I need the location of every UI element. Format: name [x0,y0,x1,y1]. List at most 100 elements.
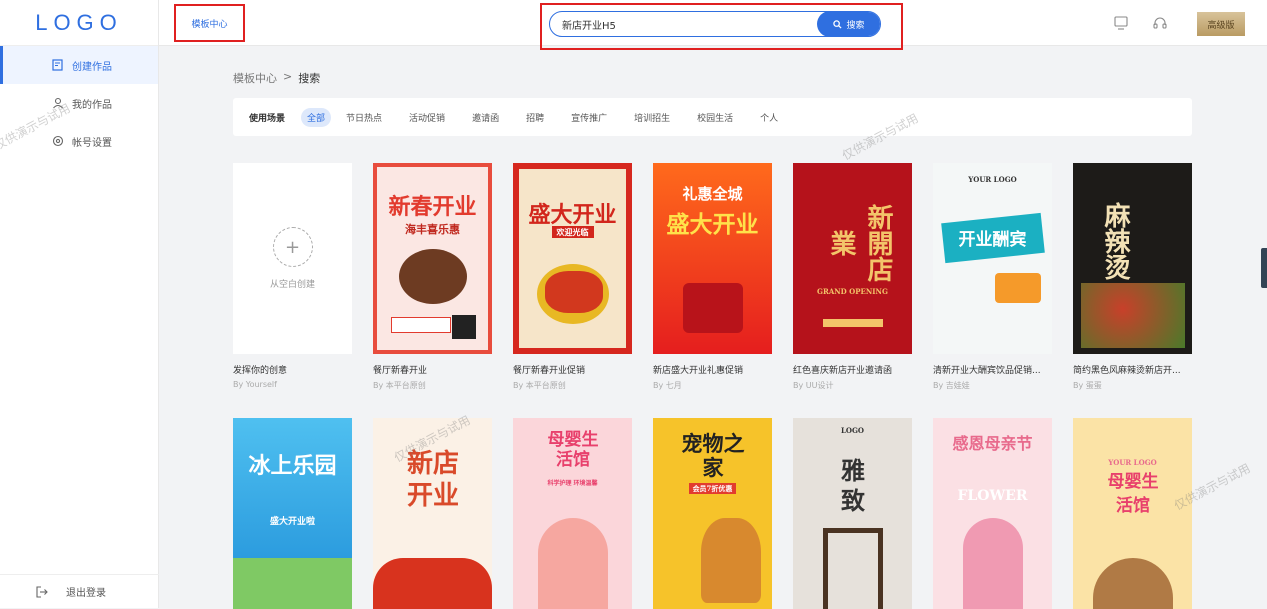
template-thumb[interactable]: 感恩母亲节 FLOWER [933,418,1052,609]
sale-tag [995,273,1041,303]
card-name: 简约黑色风麻辣烫新店开... [1073,366,1181,376]
template-card[interactable]: YOUR LOGO 开业酬宾 清新开业大酬宾饮品促销... By 吉娃娃 [933,163,1052,391]
search-button[interactable]: 搜索 [817,12,880,36]
card-author: By 七月 [653,381,682,390]
template-thumb[interactable]: 新春开业 海丰喜乐惠 [373,163,492,354]
template-card[interactable]: 冰上乐园 盛大开业啦 [233,418,352,609]
template-card[interactable]: 感恩母亲节 FLOWER [933,418,1052,609]
card-name: 发挥你的创意 [233,366,288,376]
breadcrumb-root[interactable]: 模板中心 [233,70,277,86]
edit-doc-icon [52,59,63,71]
headset-icon[interactable] [1152,15,1168,31]
card-author: By 吉娃娃 [933,381,970,390]
template-thumb[interactable]: 冰上乐园 盛大开业啦 [233,418,352,609]
template-card[interactable]: 礼惠全城 盛大开业 新店盛大开业礼惠促销 By 七月 [653,163,772,391]
template-card[interactable]: LOGO 雅致 [793,418,912,609]
poster-title: 母婴生活馆 [1107,472,1159,516]
search-bar: 搜索 [549,11,881,37]
poster-subtitle-text: 欢迎光临 [551,226,594,238]
tomato-image [373,558,492,609]
template-thumb[interactable]: 礼惠全城 盛大开业 [653,163,772,354]
poster-subtitle: 礼惠全城 [682,185,743,203]
filter-tag[interactable]: 邀请函 [466,108,505,127]
template-thumb[interactable]: 母婴生活馆 科学护理 环境温馨 [513,418,632,609]
filter-tag-all[interactable]: 全部 [301,107,332,127]
poster-title: 开业酬宾 [958,230,1027,250]
logout-icon [36,585,48,598]
logout-label: 退出登录 [66,588,106,599]
filter-tag[interactable]: 培训招生 [628,108,676,127]
food-image [1081,283,1185,348]
card-author: By 本平台原创 [513,381,566,390]
search-input[interactable] [562,12,812,36]
template-card[interactable]: 新店开业 [373,418,492,609]
sidebar-item-create[interactable]: 创建作品 [0,46,158,84]
poster-subtitle-text: 会员7折优惠 [688,483,737,494]
template-thumb[interactable]: 宠物之家 会员7折优惠 [653,418,772,609]
filter-tag[interactable]: 节日热点 [340,108,388,127]
filter-tag[interactable]: 个人 [754,108,784,127]
blank-create-label: 从空白创建 [269,280,315,290]
poster-subtitle: 盛大开业啦 [269,517,315,527]
food-image [399,249,467,304]
template-thumb[interactable]: 盛大开业 欢迎光临 [513,163,632,354]
sidebar-item-my-works[interactable]: 我的作品 [0,84,158,122]
search-area: 搜索 [540,3,903,50]
card-name: 新店盛大开业礼惠促销 [653,366,744,376]
blank-create-card[interactable]: + 从空白创建 发挥你的创意 By Yourself [233,163,352,389]
side-feedback-tab[interactable] [1261,248,1267,288]
filter-tag[interactable]: 招聘 [520,108,550,127]
sidebar-item-label: 帐号设置 [72,137,112,149]
poster-title: 新春开业 [388,194,477,220]
poster-subtitle: FLOWER [957,488,1028,504]
filter-tag[interactable]: 活动促销 [403,108,451,127]
template-thumb[interactable]: 新開店業 GRAND OPENING [793,163,912,354]
search-icon [833,19,843,29]
template-card[interactable]: 麻辣烫 简约黑色风麻辣烫新店开... By 蛋蛋 [1073,163,1192,391]
template-card[interactable]: 新開店業 GRAND OPENING 红色喜庆新店开业邀请函 By UU设计 [793,163,912,391]
plus-icon: + [272,227,313,267]
mother-illustration [963,518,1023,609]
poster-title: 盛大开业 [666,211,759,238]
template-thumb[interactable]: 新店开业 [373,418,492,609]
logo: LOGO [0,0,158,46]
logout-button[interactable]: 退出登录 [0,574,159,608]
filter-tag[interactable]: 校园生活 [691,108,739,127]
card-name: 餐厅新春开业 [373,366,428,376]
template-card[interactable]: 母婴生活馆 科学护理 环境温馨 [513,418,632,609]
card-author: By 本平台原创 [373,381,426,390]
poster-subtitle: 海丰喜乐惠 [405,223,460,236]
qr-code [452,315,476,339]
template-card[interactable]: 宠物之家 会员7折优惠 [653,418,772,609]
card-name: 清新开业大酬宾饮品促销... [933,366,1041,376]
pro-version-badge[interactable]: 高级版 [1197,12,1245,36]
sidebar-item-settings[interactable]: 帐号设置 [0,122,158,160]
search-button-label: 搜索 [846,20,865,31]
template-thumb[interactable]: 麻辣烫 [1073,163,1192,354]
poster-title: 新店开业 [406,449,459,511]
monitor-icon[interactable] [1113,15,1129,31]
chair-illustration [823,528,883,609]
filter-tag[interactable]: 宣传推广 [565,108,613,127]
poster-title: 盛大开业 [528,202,617,228]
card-author: By Yourself [233,380,277,389]
template-card[interactable]: 新春开业 海丰喜乐惠 餐厅新春开业 By 本平台原创 [373,163,492,391]
user-icon [53,97,63,109]
sidebar: LOGO 创建作品 我的作品 帐号设置 退出登录 [0,0,159,608]
card-author: By UU设计 [793,381,834,390]
template-thumb[interactable]: LOGO 雅致 [793,418,912,609]
settings-icon [52,135,64,147]
card-author: By 蛋蛋 [1073,381,1102,390]
card-name: 餐厅新春开业促销 [513,366,586,376]
template-thumb[interactable]: YOUR LOGO 母婴生活馆 [1073,418,1192,609]
template-center-link[interactable]: 模板中心 [174,4,245,42]
breadcrumb: 模板中心 > 搜索 [233,70,320,86]
blank-thumb[interactable]: + 从空白创建 [233,163,352,354]
mother-illustration [538,518,608,609]
poster-subtitle: 会员7折优惠 [653,483,772,494]
topbar: 模板中心 搜索 高级版 [159,0,1267,50]
template-card[interactable]: 盛大开业 欢迎光临 餐厅新春开业促销 By 本平台原创 [513,163,632,391]
sidebar-item-label: 创建作品 [72,61,112,73]
template-thumb[interactable]: YOUR LOGO 开业酬宾 [933,163,1052,354]
template-card[interactable]: YOUR LOGO 母婴生活馆 [1073,418,1192,609]
